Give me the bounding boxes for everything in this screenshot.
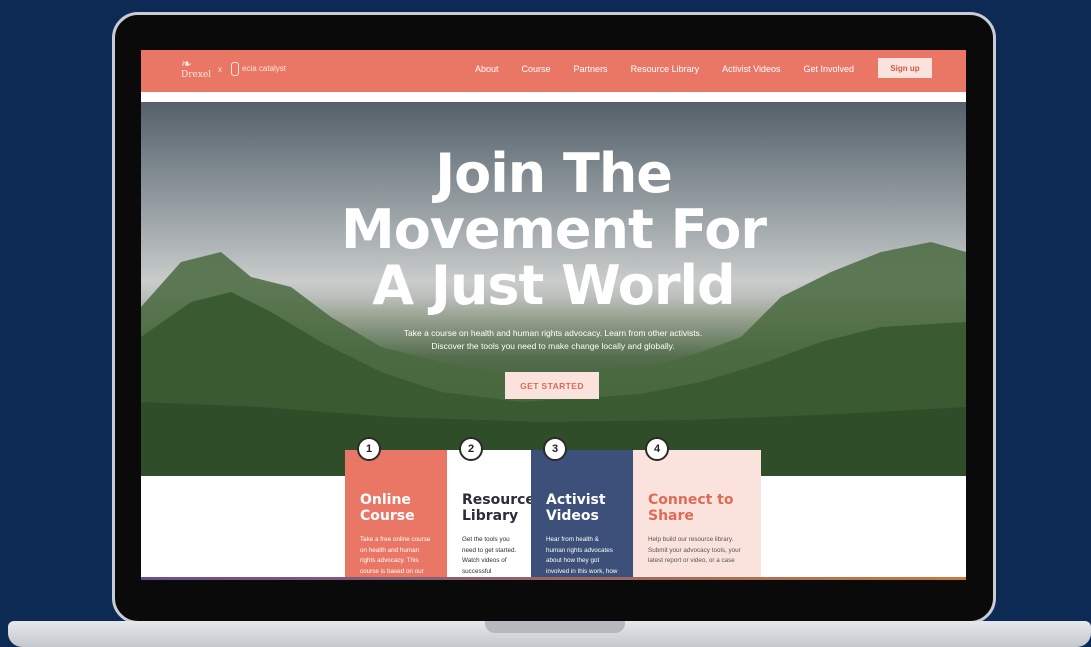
laptop-notch — [485, 621, 625, 633]
hero-subtitle: Take a course on health and human rights… — [403, 328, 703, 351]
bottom-stripe — [141, 577, 966, 580]
hero-title-line-3: A Just World — [372, 254, 735, 317]
card-resource-library[interactable]: 2 Resource Library Get the tools you nee… — [447, 437, 535, 580]
hero-title-line-1: Join The — [435, 142, 673, 205]
nav-link-about[interactable]: About — [475, 64, 499, 74]
nav-link-get-involved[interactable]: Get Involved — [803, 64, 854, 74]
card-text: Get the tools you need to get started. W… — [462, 536, 517, 580]
nav-link-partners[interactable]: Partners — [574, 64, 608, 74]
card-title: Resource Library — [462, 492, 535, 524]
drexel-logo-text: Drexel — [181, 70, 212, 80]
card-title: Activist Videos — [546, 492, 606, 524]
catalyst-logo-text: ecia catalyst — [242, 64, 287, 73]
signup-button[interactable]: Sign up — [878, 58, 932, 78]
nav-link-activist-videos[interactable]: Activist Videos — [722, 64, 780, 74]
card-text: Hear from health & human rights advocate… — [546, 536, 618, 580]
website-screen: ❧ Drexel x ecia catalyst About Course Par… — [141, 50, 966, 580]
card-connect-to-share[interactable]: 4 Connect to Share Help build our resour… — [633, 437, 761, 580]
card-title: Connect to Share — [648, 492, 734, 524]
hero-title-line-2: Movement For — [340, 198, 767, 261]
card-activist-videos[interactable]: 3 Activist Videos Hear from health & hum… — [531, 437, 633, 580]
nav-divider — [141, 92, 966, 102]
drexel-logo[interactable]: ❧ Drexel — [181, 58, 212, 81]
card-text: Help build our resource library. Submit … — [648, 536, 741, 564]
hero-title: Join The Movement For A Just World — [141, 146, 966, 314]
logo-separator: x — [218, 65, 222, 74]
hero-section: Join The Movement For A Just World Take … — [141, 102, 966, 476]
get-started-button[interactable]: GET STARTED — [505, 372, 599, 399]
catalyst-logo[interactable]: ecia catalyst — [231, 62, 286, 76]
card-online-course[interactable]: 1 Online Course Take a free online cours… — [345, 437, 447, 580]
top-nav: ❧ Drexel x ecia catalyst About Course Par… — [141, 50, 966, 92]
card-title: Online Course — [360, 492, 415, 524]
nav-links: About Course Partners Resource Library A… — [475, 64, 877, 74]
step-number-3: 3 — [543, 437, 567, 461]
step-number-2: 2 — [459, 437, 483, 461]
catalyst-logo-icon — [231, 62, 239, 76]
nav-link-resource-library[interactable]: Resource Library — [631, 64, 700, 74]
card-text: Take a free online course on health and … — [360, 536, 432, 580]
step-number-1: 1 — [357, 437, 381, 461]
step-number-4: 4 — [645, 437, 669, 461]
nav-link-course[interactable]: Course — [522, 64, 551, 74]
